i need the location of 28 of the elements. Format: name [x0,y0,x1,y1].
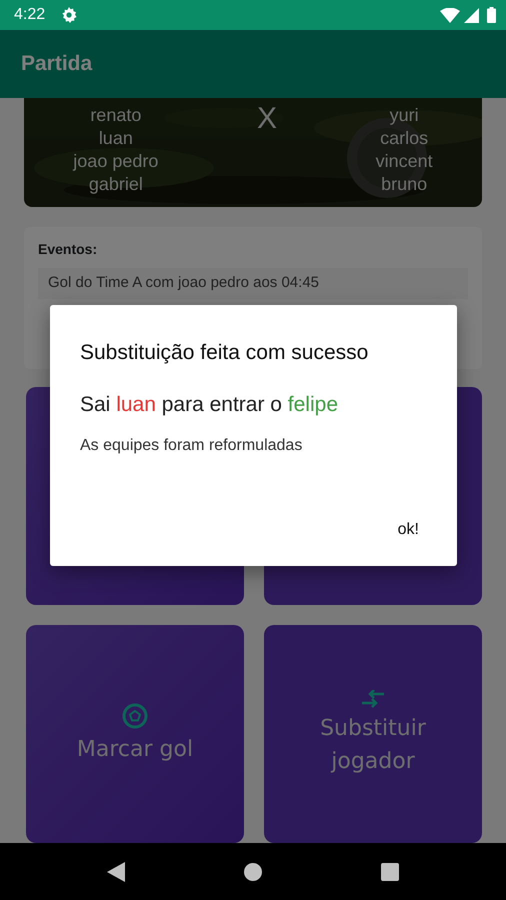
dialog-message: Sai luan para entrar o felipe [80,392,339,418]
player-name: renato [90,104,142,127]
back-icon[interactable] [107,862,126,882]
player-name: vincent [376,150,433,173]
recents-icon[interactable] [380,862,399,880]
wifi-icon [440,8,460,22]
action-tile[interactable]: Substituir jogador [264,625,482,843]
dialog-title: Substituição feita com sucesso [80,340,370,366]
player-name: luan [98,127,133,150]
player-name: bruno [381,173,428,196]
dialog-note: As equipes foram reformuladas [80,436,304,456]
swap-arrows-icon [360,690,386,708]
versus-label: X [256,101,277,135]
player-name: yuri [390,104,419,127]
player-name: joao pedro [73,150,158,173]
status-time: 4:22 [14,5,46,25]
player-name: gabriel [88,173,143,196]
ok-button[interactable]: ok! [390,514,427,546]
event-row: Gol do Time A com joao pedro aos 04:45 [38,268,468,298]
player-name: carlos [380,127,428,150]
app-title: Partida [21,51,92,78]
events-label: Eventos: [38,240,98,259]
action-tile[interactable]: Marcar gol [26,625,244,843]
battery-icon [487,7,496,23]
signal-icon [464,8,479,22]
settings-icon [61,7,78,23]
home-icon[interactable] [244,862,262,880]
soccer-ball-icon [122,702,148,728]
